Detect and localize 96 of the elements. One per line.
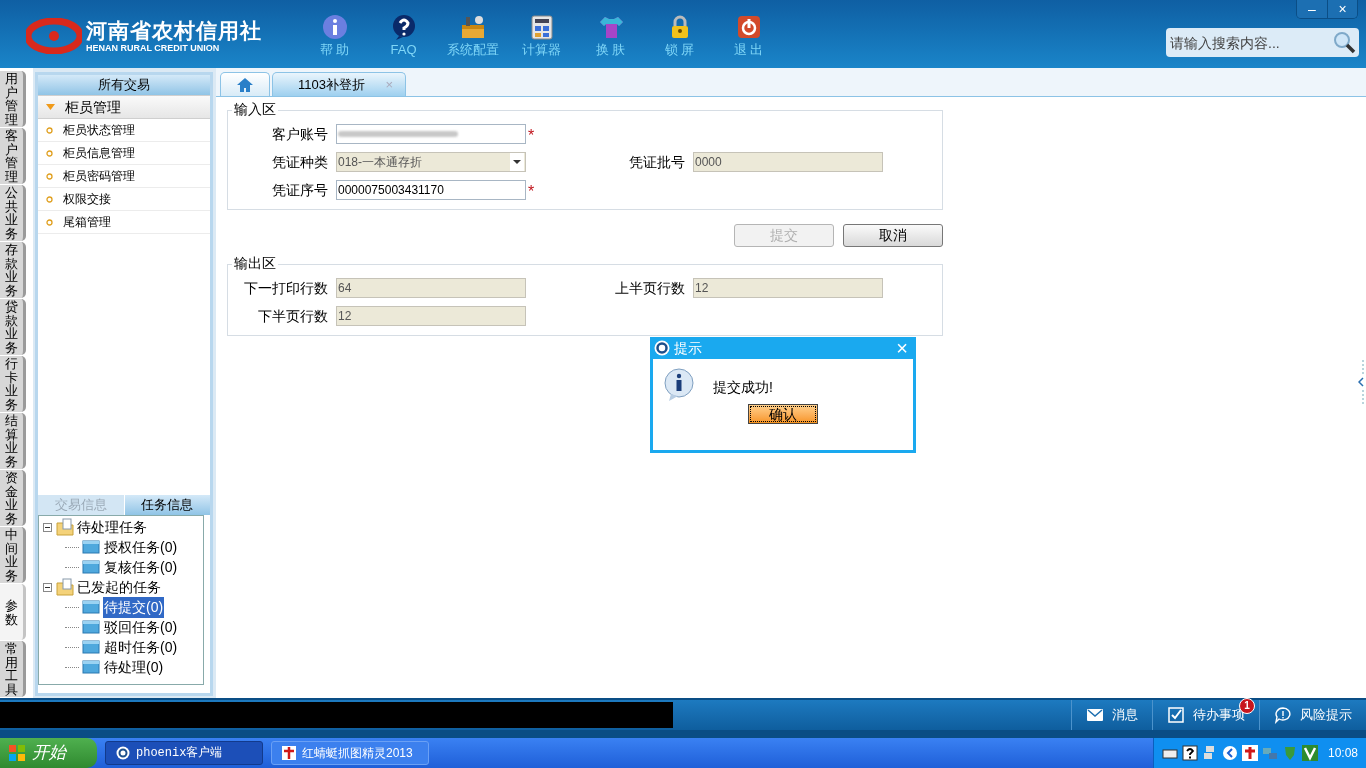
toolbox-icon bbox=[459, 14, 486, 40]
dialog-message: 提交成功! bbox=[713, 377, 773, 397]
tree-toggle[interactable] bbox=[43, 522, 52, 532]
app-logo-icon bbox=[116, 746, 130, 760]
nav-group[interactable]: 柜员管理 bbox=[38, 95, 210, 119]
side-tab[interactable]: 中间业务 bbox=[0, 527, 26, 583]
confirm-button[interactable]: 确认 bbox=[748, 404, 818, 424]
chevron-icon[interactable] bbox=[1221, 745, 1238, 761]
folder-icon bbox=[82, 638, 100, 656]
field-label: 下半页行数 bbox=[257, 306, 329, 326]
input-field[interactable]: 0000075003431170 bbox=[336, 180, 526, 200]
status-button[interactable]: 风险提示 bbox=[1259, 700, 1366, 730]
folder-icon bbox=[82, 658, 100, 676]
input-field[interactable] bbox=[336, 124, 526, 144]
logo-subtitle: HENAN RURAL CREDIT UNION bbox=[86, 43, 221, 53]
nav-item[interactable]: 柜员密码管理 bbox=[38, 165, 210, 188]
section-title: 输出区 bbox=[232, 256, 278, 270]
tree-item[interactable]: 超时任务(0) bbox=[103, 636, 179, 658]
nav-item[interactable]: 权限交接 bbox=[38, 188, 210, 211]
folder-icon bbox=[82, 598, 100, 616]
minus-icon bbox=[45, 584, 50, 590]
bullet-icon bbox=[46, 149, 53, 157]
bullet-icon bbox=[46, 195, 53, 203]
tree-item[interactable]: 待处理(0) bbox=[103, 656, 165, 678]
info-icon bbox=[321, 14, 348, 40]
folder-icon bbox=[82, 618, 100, 636]
bullet-icon bbox=[46, 126, 53, 134]
folder-icon bbox=[56, 518, 74, 536]
checkbox-icon bbox=[1167, 706, 1185, 724]
home-icon bbox=[237, 77, 253, 92]
tree-toggle[interactable] bbox=[43, 582, 52, 592]
field-label: 凭证序号 bbox=[271, 180, 329, 200]
help-icon bbox=[390, 14, 417, 40]
side-tab[interactable]: 用户管理 bbox=[0, 71, 26, 127]
required-mark: * bbox=[528, 184, 535, 200]
field-label: 上半页行数 bbox=[614, 278, 686, 298]
cross-icon bbox=[282, 746, 296, 760]
tree-item[interactable]: 授权任务(0) bbox=[103, 536, 179, 558]
help-icon[interactable] bbox=[1181, 745, 1198, 761]
form-button[interactable]: 取消 bbox=[843, 224, 943, 247]
nav-item[interactable]: 尾箱管理 bbox=[38, 211, 210, 234]
taskbar-button[interactable]: phoenix客户端 bbox=[105, 741, 263, 765]
required-mark: * bbox=[528, 128, 535, 144]
caret-icon bbox=[46, 104, 55, 110]
bullet-icon bbox=[46, 172, 53, 180]
minus-icon bbox=[45, 524, 50, 530]
app-logo-icon bbox=[654, 340, 670, 356]
logo-icon bbox=[26, 18, 82, 54]
search-icon[interactable] bbox=[1332, 30, 1356, 54]
v-icon[interactable] bbox=[1301, 745, 1318, 761]
side-tab[interactable]: 客户管理 bbox=[0, 128, 26, 184]
nav-item[interactable]: 柜员信息管理 bbox=[38, 142, 210, 165]
bullet-icon bbox=[46, 218, 53, 226]
cross-icon[interactable] bbox=[1241, 745, 1258, 761]
start-button[interactable]: 开始 bbox=[0, 738, 97, 768]
side-tab[interactable]: 资金业务 bbox=[0, 470, 26, 526]
side-tab[interactable]: 贷款业务 bbox=[0, 299, 26, 355]
power-icon bbox=[735, 14, 762, 40]
side-tab[interactable]: 存款业务 bbox=[0, 242, 26, 298]
calculator-icon bbox=[528, 14, 555, 40]
field-label: 凭证批号 bbox=[628, 152, 686, 172]
minimize-button[interactable]: – bbox=[1297, 0, 1327, 18]
side-tab[interactable]: 行卡业务 bbox=[0, 356, 26, 412]
dialog-title: 提示 bbox=[674, 338, 703, 358]
field-label: 客户账号 bbox=[271, 124, 329, 144]
page-tab[interactable]: 1103补登折 × bbox=[272, 72, 406, 96]
search-field[interactable]: 请输入搜索内容... bbox=[1166, 28, 1359, 57]
tree-item[interactable]: 驳回任务(0) bbox=[103, 616, 179, 638]
panel-header: 所有交易 bbox=[38, 75, 210, 95]
status-button[interactable]: 消息 bbox=[1071, 700, 1152, 730]
tree-item[interactable]: 复核任务(0) bbox=[103, 556, 179, 578]
tree-item[interactable]: 待处理任务 bbox=[77, 516, 147, 538]
info-icon bbox=[663, 368, 697, 402]
windows-logo-icon bbox=[8, 744, 26, 762]
home-tab[interactable] bbox=[220, 72, 270, 96]
side-tab[interactable]: 参数 bbox=[0, 584, 26, 640]
section-title: 输入区 bbox=[232, 102, 278, 116]
clock: 10:08 bbox=[1327, 745, 1358, 762]
folder-icon bbox=[82, 558, 100, 576]
logo-title: 河南省农村信用社 bbox=[86, 19, 262, 41]
nav-item[interactable]: 柜员状态管理 bbox=[38, 119, 210, 142]
folder-icon bbox=[82, 538, 100, 556]
close-button[interactable]: × bbox=[1327, 0, 1357, 18]
collapse-handle-icon[interactable] bbox=[1358, 360, 1364, 404]
panel-tab[interactable]: 任务信息 bbox=[123, 495, 210, 515]
side-tab[interactable]: 结算业务 bbox=[0, 413, 26, 469]
side-tab[interactable]: 公共业务 bbox=[0, 185, 26, 241]
side-tab[interactable]: 常用工具 bbox=[0, 641, 26, 697]
tree-item[interactable]: 待提交(0) bbox=[103, 596, 165, 618]
field-label: 凭证种类 bbox=[271, 152, 329, 172]
mail-icon bbox=[1086, 706, 1104, 724]
speech-bubble-icon bbox=[1274, 706, 1292, 724]
tree-item[interactable]: 已发起的任务 bbox=[77, 576, 161, 598]
field-label: 下一打印行数 bbox=[243, 278, 329, 298]
folder-icon bbox=[56, 578, 74, 596]
taskbar-button[interactable]: 红蜻蜓抓图精灵2013 bbox=[271, 741, 429, 765]
